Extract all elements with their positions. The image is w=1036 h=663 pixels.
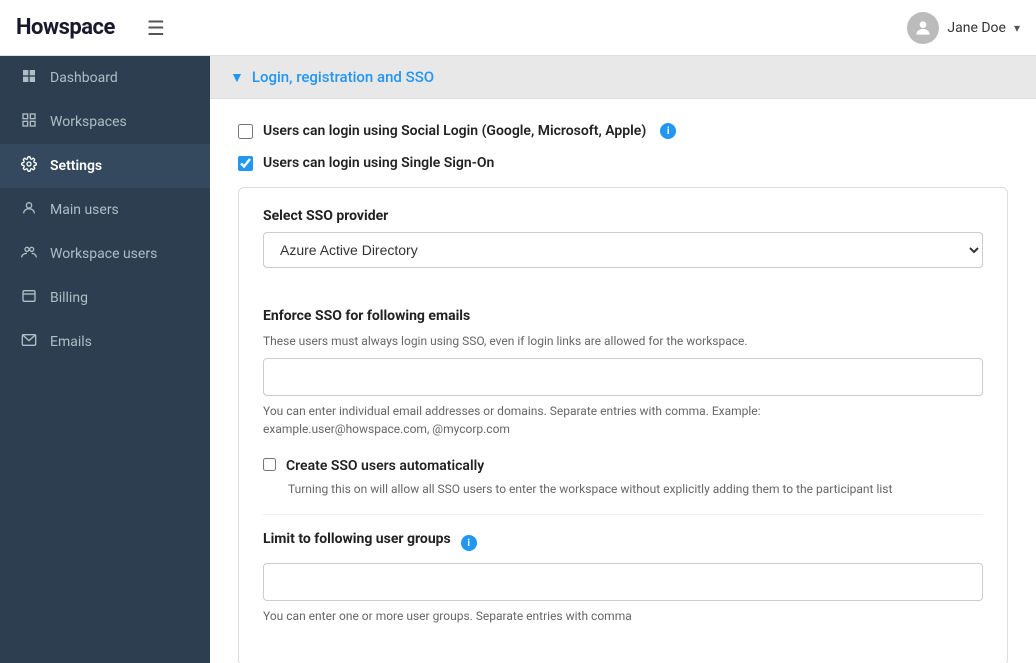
divider <box>263 514 983 515</box>
emails-icon <box>20 332 38 352</box>
sidebar-label-settings: Settings <box>50 158 102 174</box>
avatar <box>907 12 939 44</box>
app-logo: Howspace <box>16 15 115 40</box>
sidebar-label-dashboard: Dashboard <box>50 70 118 86</box>
limit-groups-hint: You can enter one or more user groups. S… <box>263 607 983 625</box>
app-body: Dashboard Workspaces Settings Main users… <box>0 56 1036 663</box>
sidebar-item-dashboard[interactable]: Dashboard <box>0 56 210 100</box>
header-right: Jane Doe ▾ <box>907 12 1020 44</box>
section-header: ▼ Login, registration and SSO <box>210 56 1036 99</box>
sidebar-label-workspace-users: Workspace users <box>50 246 157 262</box>
sidebar-label-emails: Emails <box>50 334 92 350</box>
settings-icon <box>20 156 38 176</box>
sidebar-label-workspaces: Workspaces <box>50 114 127 130</box>
header-left: Howspace ☰ <box>16 15 165 40</box>
sso-login-label[interactable]: Users can login using Single Sign-On <box>263 155 494 171</box>
enforce-sso-description: These users must always login using SSO,… <box>263 332 983 350</box>
create-sso-description: Turning this on will allow all SSO users… <box>288 480 983 498</box>
username-label: Jane Doe <box>947 20 1006 36</box>
limit-groups-label-row: Limit to following user groups i <box>263 531 983 555</box>
dashboard-icon <box>20 68 38 88</box>
create-sso-section: Create SSO users automatically Turning t… <box>263 458 983 498</box>
sidebar-item-billing[interactable]: Billing <box>0 276 210 320</box>
sidebar-item-workspace-users[interactable]: Workspace users <box>0 232 210 276</box>
social-login-info-icon[interactable]: i <box>660 123 676 139</box>
main-users-icon <box>20 200 38 220</box>
enforce-sso-hint: You can enter individual email addresses… <box>263 402 983 420</box>
sso-provider-section: Select SSO provider Azure Active Directo… <box>263 208 983 288</box>
enforce-sso-example: example.user@howspace.com, @mycorp.com <box>263 420 983 438</box>
sidebar-label-main-users: Main users <box>50 202 119 218</box>
user-menu-chevron[interactable]: ▾ <box>1014 21 1020 35</box>
section-title: Login, registration and SSO <box>252 68 434 86</box>
sidebar: Dashboard Workspaces Settings Main users… <box>0 56 210 663</box>
workspace-users-icon <box>20 244 38 264</box>
social-login-checkbox[interactable] <box>238 124 253 139</box>
create-sso-row: Create SSO users automatically <box>263 458 983 474</box>
sso-provider-label: Select SSO provider <box>263 208 983 224</box>
limit-groups-input[interactable] <box>263 563 983 601</box>
sso-config-box: Select SSO provider Azure Active Directo… <box>238 187 1008 663</box>
sso-login-checkbox[interactable] <box>238 156 253 171</box>
sidebar-label-billing: Billing <box>50 290 88 306</box>
sidebar-item-main-users[interactable]: Main users <box>0 188 210 232</box>
social-login-label[interactable]: Users can login using Social Login (Goog… <box>263 123 646 139</box>
sso-provider-select[interactable]: Azure Active Directory Google SAML 2.0 O… <box>263 232 983 268</box>
enforce-sso-label: Enforce SSO for following emails <box>263 308 983 324</box>
sidebar-item-workspaces[interactable]: Workspaces <box>0 100 210 144</box>
limit-groups-section: Limit to following user groups i You can… <box>263 531 983 625</box>
sidebar-item-settings[interactable]: Settings <box>0 144 210 188</box>
sidebar-item-emails[interactable]: Emails <box>0 320 210 364</box>
billing-icon <box>20 288 38 308</box>
social-login-row: Users can login using Social Login (Goog… <box>238 123 1008 139</box>
main-content: ▼ Login, registration and SSO Users can … <box>210 56 1036 663</box>
sso-login-row: Users can login using Single Sign-On <box>238 155 1008 171</box>
section-toggle[interactable]: ▼ <box>230 69 244 86</box>
create-sso-checkbox[interactable] <box>263 458 276 471</box>
enforce-sso-section: Enforce SSO for following emails These u… <box>263 308 983 438</box>
limit-groups-info-icon[interactable]: i <box>461 535 477 551</box>
app-header: Howspace ☰ Jane Doe ▾ <box>0 0 1036 56</box>
create-sso-label[interactable]: Create SSO users automatically <box>286 458 484 474</box>
content-area: Users can login using Social Login (Goog… <box>210 99 1036 663</box>
workspaces-icon <box>20 112 38 132</box>
enforce-sso-input[interactable] <box>263 358 983 396</box>
limit-groups-label: Limit to following user groups <box>263 531 451 547</box>
menu-icon[interactable]: ☰ <box>147 16 165 40</box>
